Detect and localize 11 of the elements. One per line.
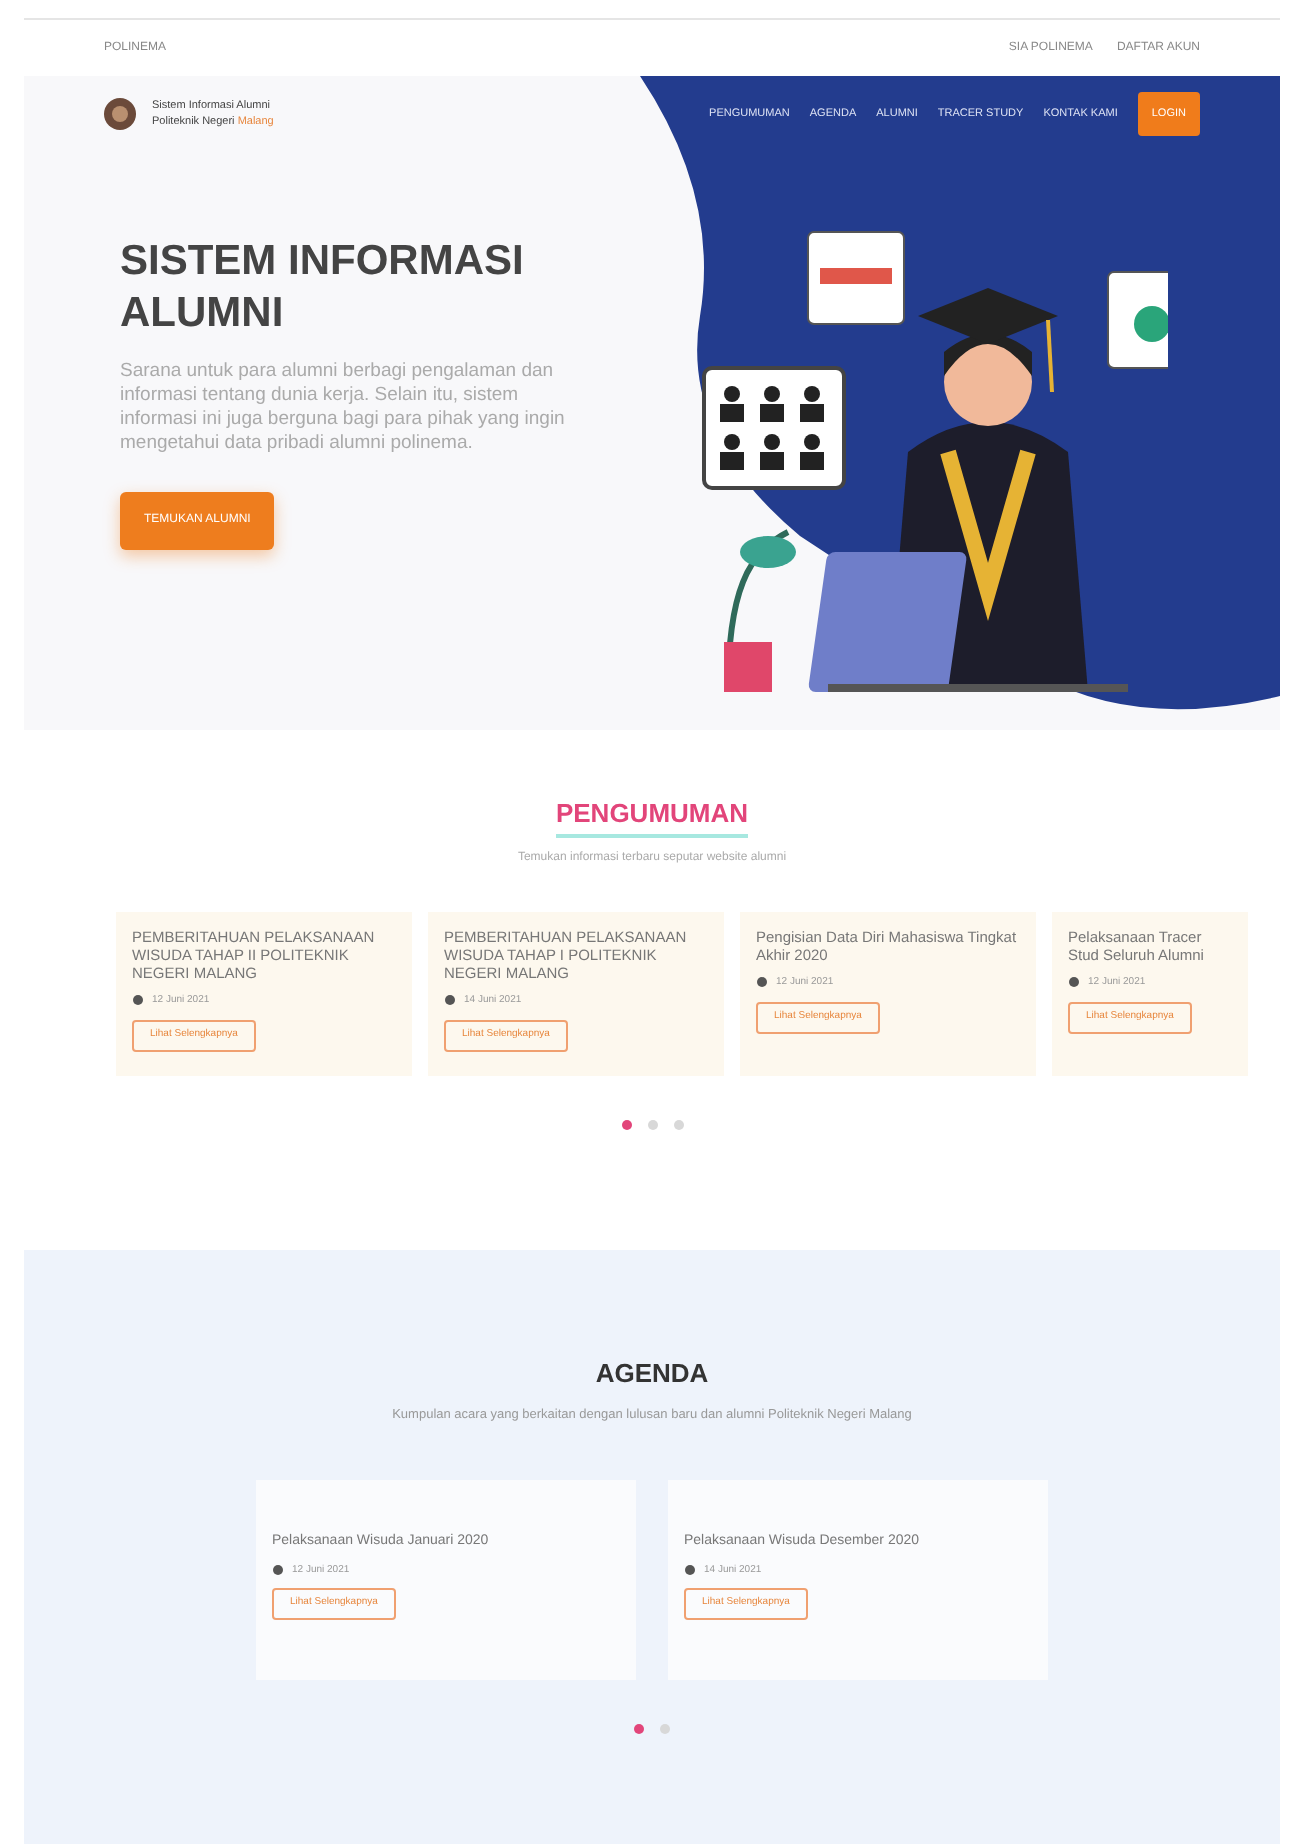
pin-icon (756, 975, 768, 990)
pin-icon (132, 993, 144, 1008)
section-title: PENGUMUMAN (555, 794, 749, 837)
pin-icon (684, 1564, 696, 1578)
pin-icon (272, 1564, 284, 1578)
section-title: AGENDA (595, 1356, 709, 1392)
logo-icon (104, 98, 136, 131)
pin-icon (1068, 975, 1080, 990)
hero-title: SISTEM INFORMASI ALUMNI (120, 236, 526, 341)
hero-description: Sarana untuk para alumni berbagi pengalaman dan informasi tentang dunia kerja. Selain itu, sistem informasi ini juga berguna bagi para pihak yang ingin mengetahui data pribadi alumni polinema. (120, 360, 567, 457)
pin-icon (444, 993, 456, 1008)
